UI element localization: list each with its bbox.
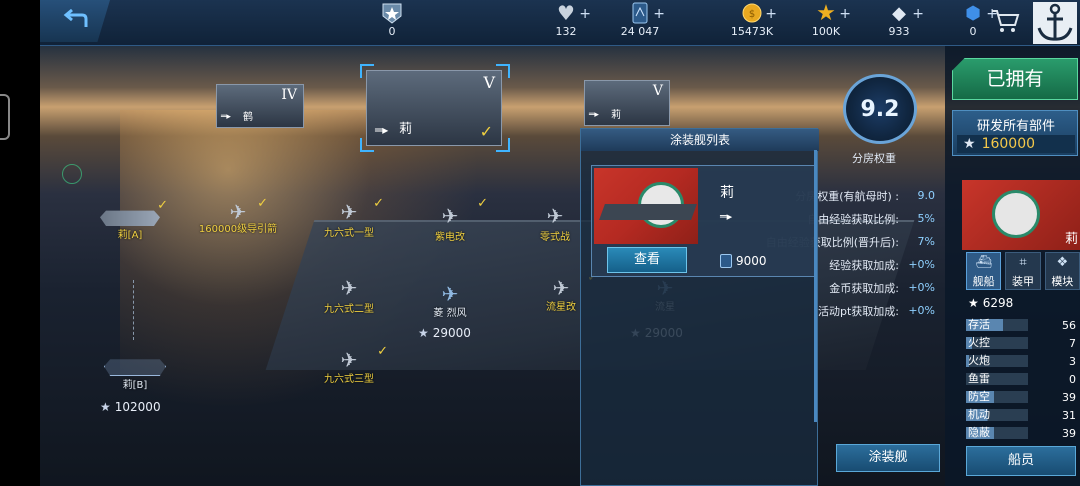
anchor-icon xyxy=(1037,3,1073,41)
rank-badge-icon xyxy=(379,2,405,24)
missile-icon: ✈ xyxy=(229,200,247,224)
unit-reppu[interactable]: ✈ 菱 烈风 xyxy=(420,282,480,319)
star-icon: ★ xyxy=(100,400,111,414)
plane-icon: ✈ xyxy=(340,200,358,224)
unit-lib[interactable]: 莉[B] xyxy=(100,352,170,391)
card-icon: + xyxy=(627,2,665,24)
plane-outline-icon: ✈ xyxy=(441,282,459,306)
left-edge xyxy=(0,0,40,486)
owned-button[interactable]: 已拥有 xyxy=(952,58,1078,100)
attr-row: 机动 31 xyxy=(966,408,1076,422)
card-icon xyxy=(720,254,732,268)
crew-button[interactable]: 船员 xyxy=(966,446,1076,476)
plane-icon: ✈ xyxy=(340,276,358,300)
ship-power: ★ 6298 xyxy=(968,296,1014,310)
attr-row: 鱼雷 0 xyxy=(966,372,1076,386)
check-icon: ✓ xyxy=(373,196,384,211)
class-icon: ═▸ xyxy=(375,123,389,137)
tech-tree-link xyxy=(133,280,134,340)
unit-lia[interactable]: 莉[A] ✓ xyxy=(100,198,168,241)
rating-ring: 9.2 xyxy=(843,74,917,144)
skin-cost: 9000 xyxy=(720,254,767,268)
drawer-handle[interactable] xyxy=(0,94,10,140)
skin-image xyxy=(594,168,698,244)
top-bar: 0 ♥ + 132 + 24 047 $ + 15473K ★ + 100K ◆ + 9… xyxy=(40,0,1080,46)
star-icon: ★ + xyxy=(816,0,851,26)
ship-emblem xyxy=(992,190,1040,238)
star-icon: ★ xyxy=(418,326,429,340)
research-cost: ★ 160000 xyxy=(957,135,1075,153)
card-resource[interactable]: + 24 047 xyxy=(600,2,680,42)
attr-row: 存活 56 xyxy=(966,318,1076,332)
check-icon: ✓ xyxy=(157,198,168,213)
back-button[interactable] xyxy=(40,0,110,42)
skin-ship-button[interactable]: 涂装舰 xyxy=(836,444,940,472)
unit-96-2[interactable]: ✈ 九六式二型 xyxy=(318,276,380,315)
module-icon: ❖ xyxy=(1056,255,1069,270)
check-icon: ✓ xyxy=(257,196,268,211)
target-marker-icon xyxy=(62,164,82,184)
lib-cost: ★ 102000 xyxy=(100,400,161,414)
back-arrow-icon xyxy=(63,9,88,27)
ship-icon: ⛴ xyxy=(975,255,992,270)
check-icon: ✓ xyxy=(377,344,388,359)
ship-attributes: 存活 56 火控 7 火炮 3 鱼雷 0 防空 39 机动 31 隐蔽 39 xyxy=(966,316,1076,442)
skin-ship-silhouette xyxy=(599,204,697,220)
view-button[interactable]: 查看 xyxy=(607,247,687,273)
attr-row: 隐蔽 39 xyxy=(966,426,1076,440)
skin-list-panel: 涂装舰列表 V 莉 ═▸ 9000 查看 xyxy=(580,128,819,486)
tab-module[interactable]: ❖ 模块 xyxy=(1044,252,1080,290)
heart-icon: ♥ + xyxy=(557,1,591,25)
heart-resource[interactable]: ♥ + 132 xyxy=(526,1,606,42)
gold-resource[interactable]: $ + 15473K xyxy=(712,2,792,42)
star-resource[interactable]: ★ + 100K xyxy=(786,0,866,42)
diamond-icon: ◆ + xyxy=(892,2,924,24)
ship-portrait: 莉 xyxy=(962,180,1080,250)
battleship-icon xyxy=(100,210,160,226)
anchor-menu-button[interactable] xyxy=(1033,2,1077,44)
tab-armor[interactable]: ⌗ 装甲 xyxy=(1005,252,1041,290)
unit-ryusei-kai[interactable]: ✈ 流星改 ✓ xyxy=(536,270,598,313)
class-icon: ═▸ xyxy=(589,110,599,120)
attr-row: 火控 7 xyxy=(966,336,1076,350)
reppu-cost: ★ 29000 xyxy=(418,326,471,340)
rank-resource[interactable]: 0 xyxy=(352,2,432,42)
plane-icon: ✈ xyxy=(552,276,570,300)
armor-icon: ⌗ xyxy=(1019,255,1027,270)
star-icon: ★ xyxy=(968,296,979,310)
ship-tabs: ⛴ 舰船 ⌗ 装甲 ❖ 模块 xyxy=(966,252,1080,290)
star-icon: ★ xyxy=(963,136,976,152)
plane-icon: ✈ xyxy=(340,348,358,372)
class-icon: ═▸ xyxy=(720,210,733,223)
unit-96-3[interactable]: ✈ 九六式三型 ✓ xyxy=(318,344,388,385)
ship-card-next[interactable]: V ═▸ 莉 xyxy=(584,80,670,126)
plane-icon: ✈ xyxy=(441,204,459,228)
attr-row: 防空 39 xyxy=(966,390,1076,404)
skin-panel-title: 涂装舰列表 xyxy=(581,129,819,151)
class-icon: ═▸ xyxy=(221,112,231,122)
ship-card-selected[interactable]: V ═▸ 莉 ✓ xyxy=(366,70,502,146)
unit-96-1[interactable]: ✈ 九六式一型 ✓ xyxy=(318,196,384,239)
attr-row: 火炮 3 xyxy=(966,354,1076,368)
tab-ship[interactable]: ⛴ 舰船 xyxy=(966,252,1002,290)
shop-cart-icon[interactable] xyxy=(990,8,1020,34)
owned-check-icon: ✓ xyxy=(479,122,493,141)
check-icon: ✓ xyxy=(477,196,488,211)
rating-label: 分房权重 xyxy=(852,152,896,165)
blue-gem-icon: ⬢ + xyxy=(965,2,998,24)
diamond-resource[interactable]: ◆ + 933 xyxy=(859,2,939,42)
skin-list-scrollbar[interactable] xyxy=(814,150,817,422)
battleship-outline-icon xyxy=(104,359,166,376)
unit-zero[interactable]: ✈ 零式战 xyxy=(530,204,580,243)
unit-missile[interactable]: ✈ 160000级导引箭 ✓ xyxy=(198,196,278,235)
ship-card-tier4[interactable]: IV ═▸ 鹤 xyxy=(216,84,304,128)
research-all-button[interactable]: 研发所有部件 ★ 160000 xyxy=(952,110,1078,156)
unit-shiden[interactable]: ✈ 紫电改 ✓ xyxy=(420,196,488,243)
plane-icon: ✈ xyxy=(546,204,564,228)
gold-coin-icon: $ + xyxy=(739,2,777,24)
svg-text:$: $ xyxy=(749,9,755,20)
